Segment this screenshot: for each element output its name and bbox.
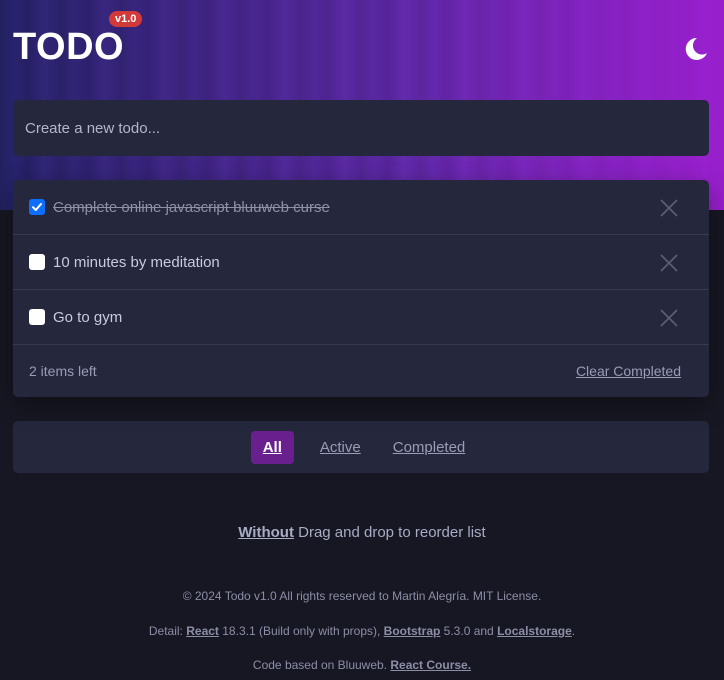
detail-line: Detail: React 18.3.1 (Build only with pr… — [0, 624, 724, 638]
todo-list: Complete online javascript bluuweb curse… — [13, 180, 709, 397]
close-icon — [660, 199, 678, 217]
items-left-count: 2 items left — [29, 363, 97, 379]
todo-item: Complete online javascript bluuweb curse — [13, 180, 709, 235]
todo-checkbox[interactable] — [29, 309, 45, 325]
todo-text[interactable]: 10 minutes by meditation — [53, 254, 220, 271]
react-version: 18.3.1 (Build only with props), — [218, 624, 384, 638]
version-badge: v1.0 — [109, 11, 143, 27]
detail-prefix: Detail: — [148, 624, 187, 638]
todo-item: Go to gym — [13, 290, 709, 345]
app-title: TODO — [13, 26, 125, 68]
todo-checkbox[interactable] — [29, 199, 45, 215]
bootstrap-link[interactable]: Bootstrap — [384, 624, 441, 638]
bootstrap-version: 5.3.0 and — [440, 624, 498, 638]
filter-completed[interactable]: Completed — [387, 431, 472, 464]
close-icon — [660, 309, 678, 327]
moon-icon — [685, 37, 707, 60]
detail-suffix: . — [571, 624, 576, 638]
filter-all[interactable]: All — [250, 430, 294, 464]
credit-line: Code based on Bluuweb. React Course. — [0, 658, 724, 672]
delete-todo-button[interactable] — [659, 253, 679, 273]
drag-drop-emphasis: Without — [238, 524, 294, 541]
react-link[interactable]: React — [186, 624, 219, 638]
localstorage-link[interactable]: Localstorage — [497, 624, 572, 638]
drag-drop-note: Without Drag and drop to reorder list — [0, 524, 724, 541]
credit-prefix: Code based on Bluuweb. — [252, 658, 391, 672]
delete-todo-button[interactable] — [659, 308, 679, 328]
copyright-line: © 2024 Todo v1.0 All rights reserved to … — [182, 589, 542, 603]
todo-text[interactable]: Go to gym — [53, 309, 122, 326]
react-course-link[interactable]: React Course. — [390, 658, 471, 672]
todo-item: 10 minutes by meditation — [13, 235, 709, 290]
check-icon — [32, 203, 42, 211]
theme-toggle-button[interactable] — [680, 34, 710, 64]
clear-completed-button[interactable]: Clear Completed — [576, 363, 681, 379]
close-icon — [660, 254, 678, 272]
todo-checkbox[interactable] — [29, 254, 45, 270]
new-todo-input[interactable] — [25, 119, 709, 137]
new-todo-field[interactable] — [13, 100, 709, 156]
todo-text[interactable]: Complete online javascript bluuweb curse — [53, 199, 330, 216]
filter-active[interactable]: Active — [314, 431, 367, 464]
list-footer: 2 items left Clear Completed — [13, 345, 709, 397]
drag-drop-text: Drag and drop to reorder list — [293, 524, 486, 541]
filter-bar: All Active Completed — [13, 421, 709, 473]
delete-todo-button[interactable] — [659, 198, 679, 218]
